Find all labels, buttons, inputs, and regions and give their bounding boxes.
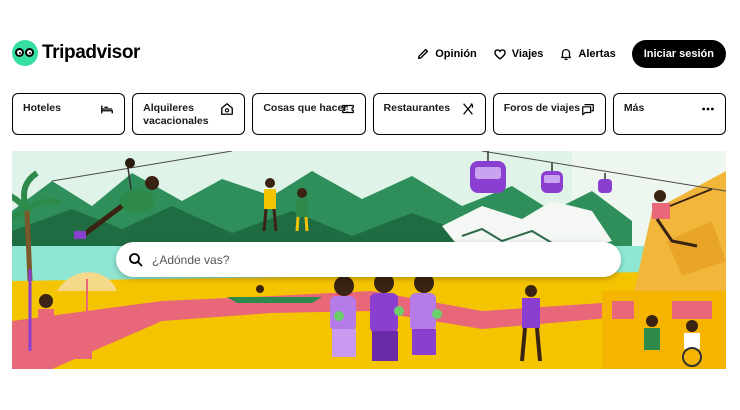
heart-icon <box>494 49 506 60</box>
tab-restaurants[interactable]: Restaurantes <box>372 93 486 135</box>
tab-label: Foros de viajes <box>503 102 581 114</box>
search-icon <box>129 252 143 267</box>
tab-hotels[interactable]: Hoteles <box>12 93 126 135</box>
bed-icon <box>101 105 114 114</box>
tripadvisor-logo[interactable]: Tripadvisor <box>12 40 140 66</box>
search-bar[interactable] <box>116 242 621 277</box>
tab-label: Hoteles <box>23 102 61 114</box>
brand-name: Tripadvisor <box>42 42 141 63</box>
more-icon <box>702 107 714 111</box>
category-tabs: Hoteles Alquileres vacacionales Cosas qu… <box>12 93 727 135</box>
tab-more[interactable]: Más <box>612 93 727 135</box>
review-label: Opinión <box>435 48 477 60</box>
pencil-icon <box>418 48 429 60</box>
friends-group <box>330 273 442 361</box>
review-link[interactable]: Opinión <box>416 47 477 61</box>
alerts-label: Alertas <box>578 48 616 60</box>
tab-things-to-do[interactable]: Cosas que hacer <box>252 93 366 135</box>
header-nav: Opinión Viajes Alertas Iniciar sesión <box>416 40 726 68</box>
tab-vacation-rentals[interactable]: Alquileres vacacionales <box>132 93 246 135</box>
ticket-icon <box>341 104 354 114</box>
tab-travel-forums[interactable]: Foros de viajes <box>492 93 606 135</box>
login-button[interactable]: Iniciar sesión <box>631 40 726 68</box>
house-icon <box>221 103 234 115</box>
tab-label: Más <box>623 102 645 114</box>
search-input[interactable] <box>152 252 592 267</box>
top-header: Tripadvisor Opinión Viajes Alertas Inici… <box>0 0 740 86</box>
tab-label: Cosas que hacer <box>263 102 348 114</box>
alerts-link[interactable]: Alertas <box>559 47 616 61</box>
tab-label: Alquileres vacacionales <box>143 102 209 127</box>
trips-label: Viajes <box>511 48 544 60</box>
bell-icon <box>561 48 572 61</box>
utensils-icon <box>462 103 473 115</box>
tab-label: Restaurantes <box>383 102 451 114</box>
trips-link[interactable]: Viajes <box>493 47 544 61</box>
owl-logo-icon <box>12 40 38 66</box>
chat-icon <box>581 104 594 116</box>
